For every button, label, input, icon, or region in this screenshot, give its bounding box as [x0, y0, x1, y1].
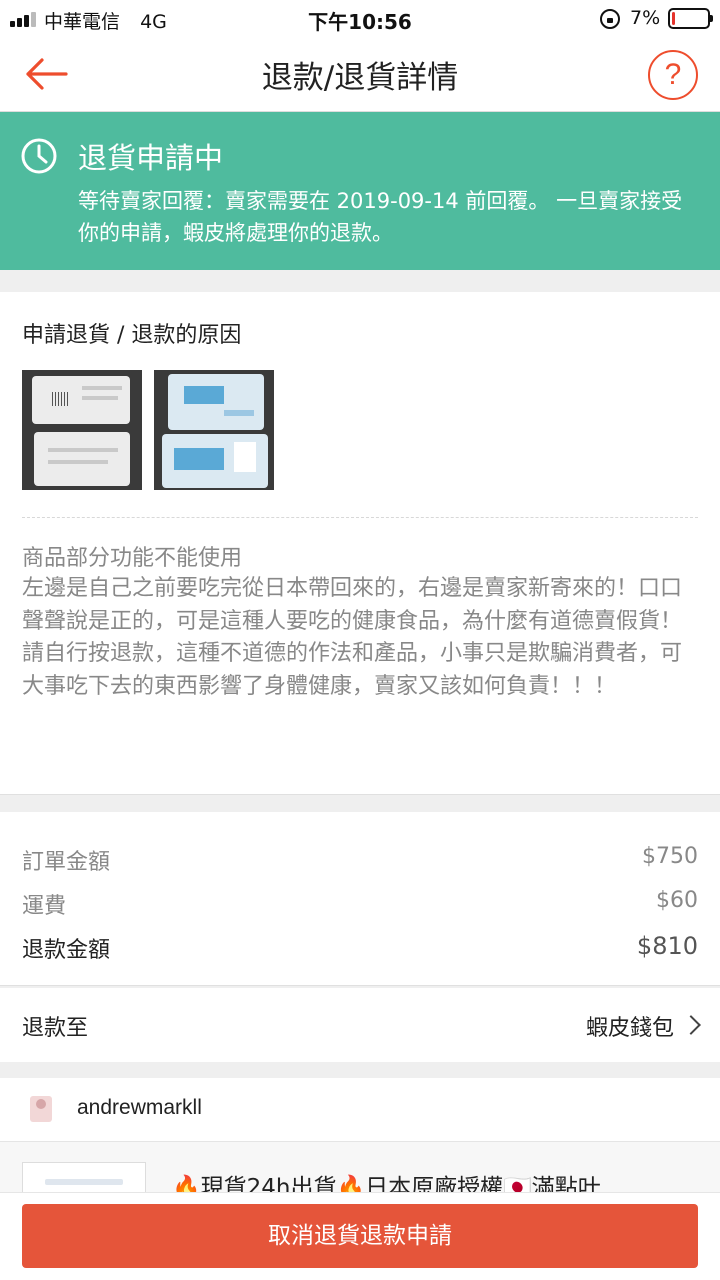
- battery-icon: [668, 8, 713, 29]
- reason-description: 左邊是自己之前要吃完從日本帶回來的，右邊是賣家新寄來的！口口聲聲說是正的，可是這…: [22, 573, 692, 703]
- order-amount-value: $750: [642, 844, 698, 869]
- amount-summary: 訂單金額 $750 運費 $60 退款金額 $810: [0, 812, 720, 986]
- help-button[interactable]: ?: [648, 50, 698, 100]
- seller-name: andrewmarkll: [77, 1096, 202, 1119]
- chevron-right-icon: [681, 1015, 701, 1035]
- status-title: 退貨申請中: [78, 141, 224, 175]
- clock-icon: [21, 138, 57, 174]
- page-title: 退款/退貨詳情: [261, 60, 459, 96]
- refund-amount-value: $810: [636, 932, 698, 960]
- evidence-photo-2[interactable]: [154, 370, 274, 490]
- refund-destination-row[interactable]: 退款至 蝦皮錢包: [0, 988, 720, 1062]
- status-bar: 中華電信 4G 下午10:56 7%: [0, 0, 720, 36]
- section-divider: [22, 517, 698, 518]
- status-description: 等待賣家回覆：賣家需要在 2019-09-14 前回覆。 一旦賣家接受你的申請，…: [78, 189, 683, 245]
- nav-bar: 退款/退貨詳情 ?: [0, 36, 720, 112]
- reason-type: 商品部分功能不能使用: [22, 546, 243, 571]
- reason-text: 左邊是自己之前要吃完從日本帶回來的，右邊是賣家新寄來的！口口聲聲說是正的，可是這…: [22, 576, 683, 699]
- battery-level: [672, 12, 675, 25]
- refund-destination-label: 退款至: [22, 1016, 89, 1041]
- refund-destination-value: 蝦皮錢包: [585, 1016, 674, 1041]
- evidence-photo-1[interactable]: [22, 370, 142, 490]
- refund-amount-label: 退款金額: [22, 938, 111, 963]
- shipping-fee-label: 運費: [22, 894, 67, 919]
- shipping-fee-value: $60: [656, 888, 698, 913]
- order-amount-label: 訂單金額: [22, 850, 111, 875]
- reason-heading: 申請退貨 / 退款的原因: [22, 323, 242, 348]
- return-reason-section: 申請退貨 / 退款的原因 商品部分功能不能使用 左邊是自己之前要吃完從日本帶回來…: [0, 292, 720, 795]
- rotation-lock-icon: [600, 9, 620, 29]
- return-status-banner: 退貨申請中 等待賣家回覆：賣家需要在 2019-09-14 前回覆。 一旦賣家接…: [0, 112, 720, 270]
- avatar: [30, 1096, 52, 1122]
- cancel-return-button[interactable]: 取消退貨退款申請: [22, 1204, 698, 1268]
- battery-percent: 7%: [630, 7, 661, 29]
- bottom-action-bar: 取消退貨退款申請: [0, 1192, 720, 1280]
- seller-row[interactable]: andrewmarkll: [0, 1078, 720, 1142]
